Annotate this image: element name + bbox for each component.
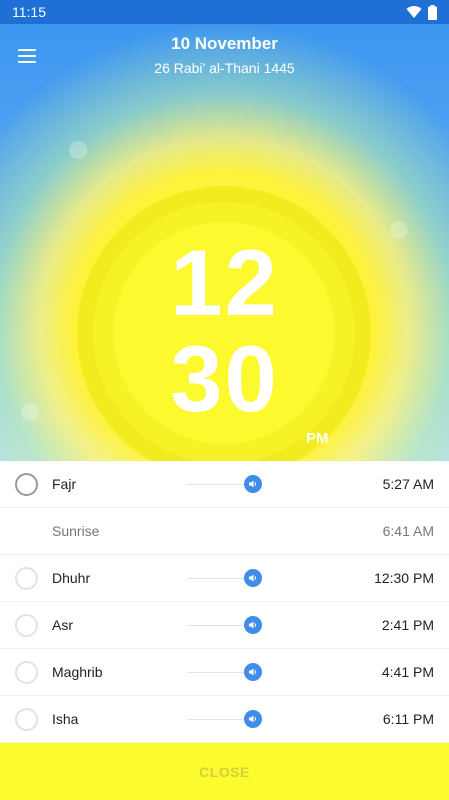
prayer-times-list: Fajr 5:27 AM Sunrise 6:41 AM Dhuhr 12:30… [0,461,449,743]
prayer-time: 12:30 PM [374,570,434,586]
prayer-row-fajr[interactable]: Fajr 5:27 AM [0,461,449,508]
clock-hours: 12 [170,230,279,335]
volume-slider-track[interactable] [187,483,249,485]
header-panel: 10 November 26 Rabi' al-Thani 1445 12 30… [0,24,449,461]
prayer-name: Isha [52,711,79,727]
prayer-checkbox[interactable] [15,660,38,684]
volume-icon[interactable] [244,710,262,728]
clock-ampm: PM [306,430,329,447]
prayer-time: 4:41 PM [381,664,434,680]
volume-slider-track[interactable] [187,671,249,673]
battery-icon [428,4,437,20]
prayer-name: Dhuhr [52,570,91,586]
volume-icon[interactable] [244,616,262,634]
volume-icon[interactable] [244,663,262,681]
prayer-checkbox[interactable] [15,707,38,731]
prayer-checkbox[interactable] [15,472,38,496]
hijri-date: 26 Rabi' al-Thani 1445 [154,60,295,76]
volume-slider-track[interactable] [187,577,249,579]
prayer-time: 5:27 AM [382,476,434,492]
volume-icon[interactable] [244,475,262,493]
close-button[interactable]: CLOSE [0,743,449,800]
prayer-checkbox[interactable] [15,613,38,637]
clock-minutes: 30 [170,326,279,431]
prayer-row-dhuhr[interactable]: Dhuhr 12:30 PM [0,555,449,602]
prayer-time: 2:41 PM [381,617,434,633]
volume-slider-track[interactable] [187,718,249,720]
prayer-name: Sunrise [52,523,100,539]
prayer-row-sunrise: Sunrise 6:41 AM [0,508,449,555]
prayer-row-isha[interactable]: Isha 6:11 PM [0,696,449,743]
prayer-row-asr[interactable]: Asr 2:41 PM [0,602,449,649]
prayer-row-maghrib[interactable]: Maghrib 4:41 PM [0,649,449,696]
prayer-name: Maghrib [52,664,103,680]
prayer-name: Fajr [52,476,77,492]
status-time: 11:15 [12,4,46,20]
status-bar: 11:15 [0,0,449,24]
prayer-time: 6:41 AM [382,523,434,539]
prayer-checkbox[interactable] [15,566,38,590]
gregorian-date: 10 November [171,34,278,53]
prayer-time: 6:11 PM [382,711,434,727]
prayer-name: Asr [52,617,73,633]
volume-icon[interactable] [244,569,262,587]
volume-slider-track[interactable] [187,624,249,626]
decorative-bubble [69,141,87,159]
wifi-icon [406,6,422,19]
